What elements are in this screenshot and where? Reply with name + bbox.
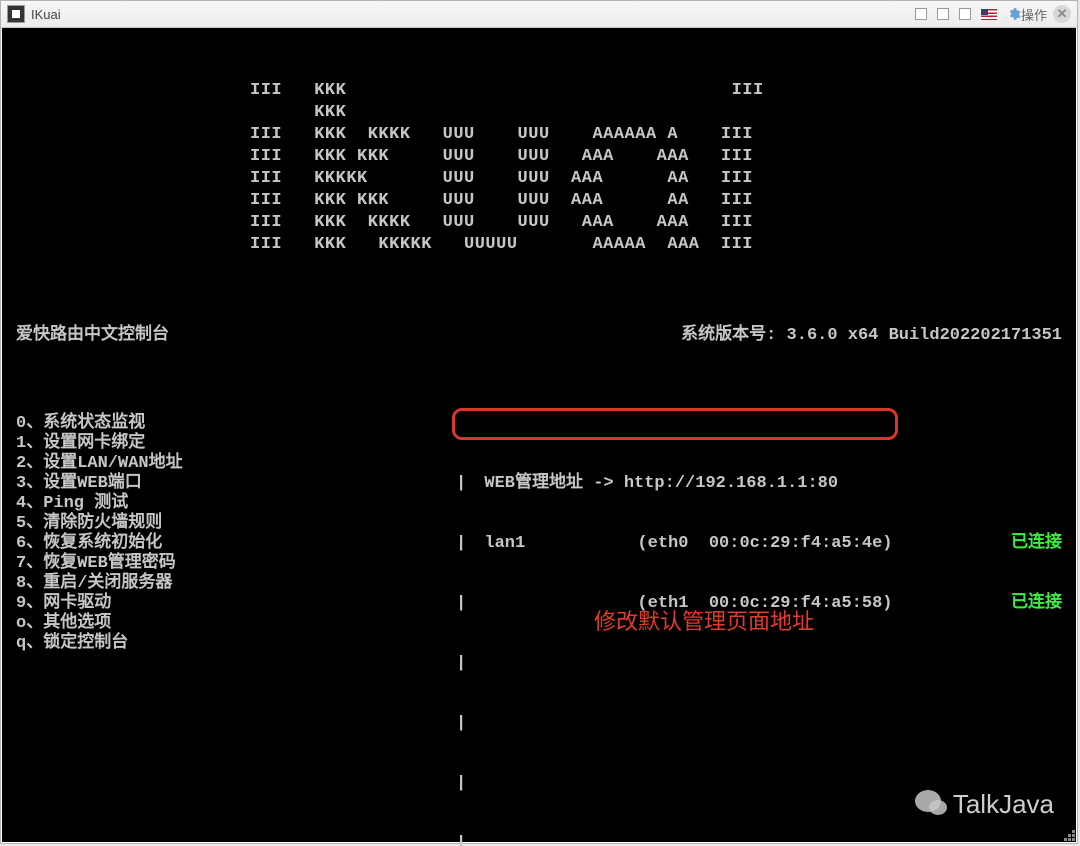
flag-icon[interactable] xyxy=(981,9,1001,20)
window-layout-icon-2[interactable] xyxy=(937,8,953,20)
menu-item-3[interactable]: 3、设置WEB端口 xyxy=(16,474,456,494)
nic-status-1: 已连接 xyxy=(1011,594,1062,614)
gear-icon xyxy=(1007,7,1021,21)
titlebar: IKuai 操作 ✕ xyxy=(1,1,1077,28)
vm-window: IKuai 操作 ✕ III KKK III KKK III KKK KKKK … xyxy=(0,0,1078,844)
window-layout-icon[interactable] xyxy=(915,8,931,20)
menu-item-1[interactable]: 1、设置网卡绑定 xyxy=(16,434,456,454)
menu-item-7[interactable]: 7、恢复WEB管理密码 xyxy=(16,554,456,574)
menu-item-8[interactable]: 8、重启/关闭服务器 xyxy=(16,574,456,594)
resize-grip[interactable] xyxy=(1061,827,1075,841)
menu-list: 0、系统状态监视1、设置网卡绑定2、设置LAN/WAN地址3、设置WEB端口4、… xyxy=(16,414,456,846)
watermark: TalkJava xyxy=(915,790,1054,818)
web-admin-line: | WEB管理地址 -> http://192.168.1.1:80 xyxy=(456,474,1062,494)
window-layout-icon-3[interactable] xyxy=(959,8,975,20)
close-button[interactable]: ✕ xyxy=(1053,5,1071,23)
close-icon: ✕ xyxy=(1053,5,1071,23)
app-icon xyxy=(7,5,25,23)
menu-item-o[interactable]: o、其他选项 xyxy=(16,614,456,634)
watermark-text: TalkJava xyxy=(953,794,1054,814)
app-title: IKuai xyxy=(31,7,61,22)
nic-line-0: | lan1 (eth0 00:0c:29:f4:a5:4e)已连接 xyxy=(456,534,1062,554)
console-title: 爱快路由中文控制台 xyxy=(16,326,169,346)
ascii-banner: III KKK III KKK III KKK KKKK UUU UUU AAA… xyxy=(16,80,1062,256)
annotation-text: 修改默认管理页面地址 xyxy=(594,612,814,632)
settings-label: 操作 xyxy=(1021,5,1047,24)
highlight-box xyxy=(452,408,898,440)
menu-item-5[interactable]: 5、清除防火墙规则 xyxy=(16,514,456,534)
menu-item-0[interactable]: 0、系统状态监视 xyxy=(16,414,456,434)
terminal[interactable]: III KKK III KKK III KKK KKKK UUU UUU AAA… xyxy=(2,28,1076,842)
settings-button[interactable]: 操作 xyxy=(1007,5,1047,24)
version-line: 系统版本号: 3.6.0 x64 Build202202171351 xyxy=(681,326,1062,346)
menu-item-q[interactable]: q、锁定控制台 xyxy=(16,634,456,654)
menu-item-6[interactable]: 6、恢复系统初始化 xyxy=(16,534,456,554)
menu-item-2[interactable]: 2、设置LAN/WAN地址 xyxy=(16,454,456,474)
web-url: http://192.168.1.1:80 xyxy=(624,474,838,493)
menu-item-4[interactable]: 4、Ping 测试 xyxy=(16,494,456,514)
nic-status-0: 已连接 xyxy=(1011,534,1062,554)
menu-item-9[interactable]: 9、网卡驱动 xyxy=(16,594,456,614)
wechat-icon xyxy=(915,790,947,818)
